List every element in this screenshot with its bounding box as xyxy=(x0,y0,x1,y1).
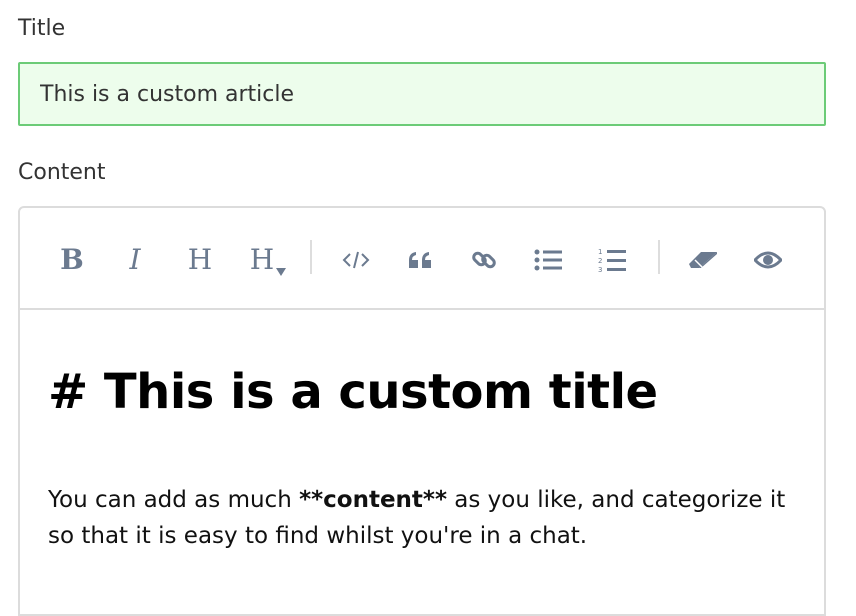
link-icon xyxy=(472,251,496,269)
bold-button[interactable]: B xyxy=(50,238,94,282)
editor-body[interactable]: # This is a custom title You can add as … xyxy=(20,312,824,614)
heading-dropdown-icon: H xyxy=(250,246,287,276)
markdown-paragraph: You can add as much **content** as you l… xyxy=(48,482,808,554)
svg-text:1: 1 xyxy=(598,248,602,256)
toolbar-separator xyxy=(658,240,660,274)
preview-button[interactable] xyxy=(746,238,790,282)
italic-button[interactable]: I xyxy=(113,238,157,282)
bold-icon: B xyxy=(60,243,84,276)
bulleted-list-button[interactable] xyxy=(526,238,570,282)
numbered-list-icon: 1 2 3 xyxy=(598,248,626,273)
preview-eye-icon xyxy=(754,251,782,269)
code-button[interactable] xyxy=(334,238,378,282)
code-icon xyxy=(342,251,370,269)
markdown-editor: B I H H 1 2 3 # This is a custom title Y… xyxy=(18,206,826,616)
heading-size-button[interactable]: H xyxy=(240,238,287,282)
title-label: Title xyxy=(18,16,66,41)
eraser-icon xyxy=(689,252,717,269)
bulleted-list-icon xyxy=(534,249,562,271)
link-button[interactable] xyxy=(462,238,506,282)
toolbar-separator xyxy=(310,240,312,274)
editor-toolbar: B I H H 1 2 3 xyxy=(20,208,824,310)
italic-icon: I xyxy=(129,243,141,276)
svg-text:3: 3 xyxy=(598,266,602,273)
markdown-heading: # This is a custom title xyxy=(48,364,658,420)
quote-icon xyxy=(409,252,431,268)
title-input[interactable] xyxy=(18,62,826,126)
heading-button[interactable]: H xyxy=(178,238,222,282)
svg-text:2: 2 xyxy=(598,257,602,265)
numbered-list-button[interactable]: 1 2 3 xyxy=(590,238,634,282)
content-label: Content xyxy=(18,160,106,185)
paragraph-bold-text: **content** xyxy=(299,487,447,513)
paragraph-text: You can add as much xyxy=(48,487,300,513)
quote-button[interactable] xyxy=(399,238,443,282)
clear-formatting-button[interactable] xyxy=(682,238,726,282)
heading-icon: H xyxy=(187,243,213,276)
